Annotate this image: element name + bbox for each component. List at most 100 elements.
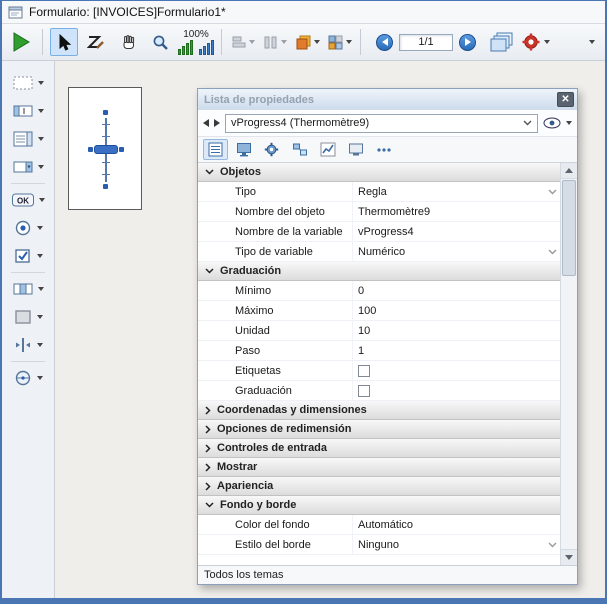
property-value: Automático [358,519,413,531]
hand-icon [120,34,137,51]
next-object-button[interactable] [214,119,220,127]
tick-mark [102,174,110,175]
input-field-icon [12,102,34,120]
tipo-dropdown[interactable]: Regla [352,182,560,201]
select-tool-button[interactable] [50,28,78,56]
previous-object-button[interactable] [203,119,209,127]
tab-screen[interactable] [231,139,256,160]
selection-handle-bottom[interactable] [103,184,108,189]
zoom-in-presets[interactable] [199,40,214,55]
etiquetas-checkbox[interactable] [358,365,370,377]
next-page-button[interactable] [459,34,476,51]
selection-handle-left[interactable] [88,147,93,152]
form-canvas[interactable]: Lista de propiedades ✕ vProgress4 (Therm… [55,61,605,598]
pages-list-button[interactable] [488,28,516,56]
tool-input-field[interactable] [12,102,44,120]
section-label: Objetos [220,166,261,178]
tab-settings[interactable] [259,139,284,160]
toolbar-overflow-button[interactable] [584,28,600,56]
close-icon[interactable]: ✕ [557,92,574,107]
zoom-out-presets[interactable] [178,40,193,55]
tick-mark [102,162,110,163]
tool-text[interactable] [12,74,44,92]
tool-button-grid[interactable] [12,280,44,298]
zoom-tool-button[interactable] [146,28,174,56]
entry-order-tool-button[interactable] [82,28,110,56]
tick-mark [102,124,110,125]
scroll-up-button[interactable] [561,163,577,179]
group-box-icon [13,308,33,326]
section-header-fondo[interactable]: Fondo y borde [198,496,560,515]
property-label: Tipo [198,182,352,201]
distribute-icon [263,35,279,50]
chevron-down-icon [37,343,43,347]
level-objects-button[interactable] [293,28,321,56]
property-value: Regla [358,186,387,198]
tool-checkbox[interactable] [13,247,43,265]
section-header-graduacion[interactable]: Graduación [198,262,560,281]
thermometer-slider-object[interactable] [94,145,118,154]
stacked-windows-icon [490,31,514,53]
property-grid: Objetos Tipo Regla Nombre del objeto The… [198,163,577,565]
property-grid-scrollbar[interactable] [560,163,577,565]
tool-radio-button[interactable] [13,219,43,237]
arrow-right-icon [465,38,471,46]
tipo-variable-dropdown[interactable]: Numérico [352,242,560,261]
run-form-button[interactable] [7,28,35,56]
chevron-down-icon[interactable] [566,121,572,125]
scrollbar-thumb[interactable] [562,180,576,276]
section-header-entrada[interactable]: Controles de entrada [198,439,560,458]
gear-icon [521,32,541,52]
eye-icon[interactable] [543,117,561,129]
tool-listbox[interactable] [12,130,44,148]
maximo-field[interactable]: 100 [352,301,560,320]
pan-tool-button[interactable] [114,28,142,56]
zoom-level-label: 100% [183,29,209,40]
section-header-apariencia[interactable]: Apariencia [198,477,560,496]
form-settings-button[interactable] [520,28,551,56]
graduacion-checkbox[interactable] [358,385,370,397]
section-header-objetos[interactable]: Objetos [198,163,560,182]
nombre-objeto-field[interactable]: Thermomètre9 [352,202,560,221]
unidad-field[interactable]: 10 [352,321,560,340]
align-objects-button[interactable] [229,28,257,56]
paso-field[interactable]: 1 [352,341,560,360]
tool-button[interactable]: OK [11,191,45,209]
tool-splitter[interactable] [13,336,43,354]
tab-chart[interactable] [315,139,340,160]
previous-page-button[interactable] [376,34,393,51]
selected-object-label: vProgress4 (Thermomètre9) [231,117,369,129]
magnifier-icon [152,34,169,51]
tab-property-list[interactable] [203,139,228,160]
color-fondo-field[interactable]: Automático [352,515,560,534]
page-indicator-field[interactable]: 1/1 [399,34,453,51]
object-selector-combobox[interactable]: vProgress4 (Thermomètre9) [225,114,538,133]
editor-body: OK [2,61,605,598]
section-header-coordenadas[interactable]: Coordenadas y dimensiones [198,401,560,420]
tab-display[interactable] [343,139,368,160]
estilo-borde-dropdown[interactable]: Ninguno [352,535,560,554]
chevron-down-icon [205,502,214,508]
tab-more[interactable] [371,139,396,160]
tab-events[interactable] [287,139,312,160]
selection-handle-top[interactable] [103,110,108,115]
property-row-tipo-variable: Tipo de variable Numérico [198,242,560,262]
selection-handle-right[interactable] [119,147,124,152]
etiquetas-cell [352,361,560,380]
property-label: Color del fondo [198,515,352,534]
section-header-mostrar[interactable]: Mostrar [198,458,560,477]
scroll-down-button[interactable] [561,549,577,565]
distribute-objects-button[interactable] [261,28,289,56]
section-header-redimension[interactable]: Opciones de redimensión [198,420,560,439]
nombre-variable-field[interactable]: vProgress4 [352,222,560,241]
minimo-field[interactable]: 0 [352,281,560,300]
themes-filter-label[interactable]: Todos los temas [204,569,283,581]
tool-group-box[interactable] [13,308,43,326]
display-options-button[interactable] [325,28,353,56]
section-label: Mostrar [217,461,257,473]
tool-tab-control[interactable] [13,369,43,387]
property-panel-titlebar[interactable]: Lista de propiedades ✕ [198,89,577,110]
form-page-area[interactable] [68,87,142,210]
form-document-icon [8,6,23,19]
tool-combobox[interactable] [12,158,44,176]
